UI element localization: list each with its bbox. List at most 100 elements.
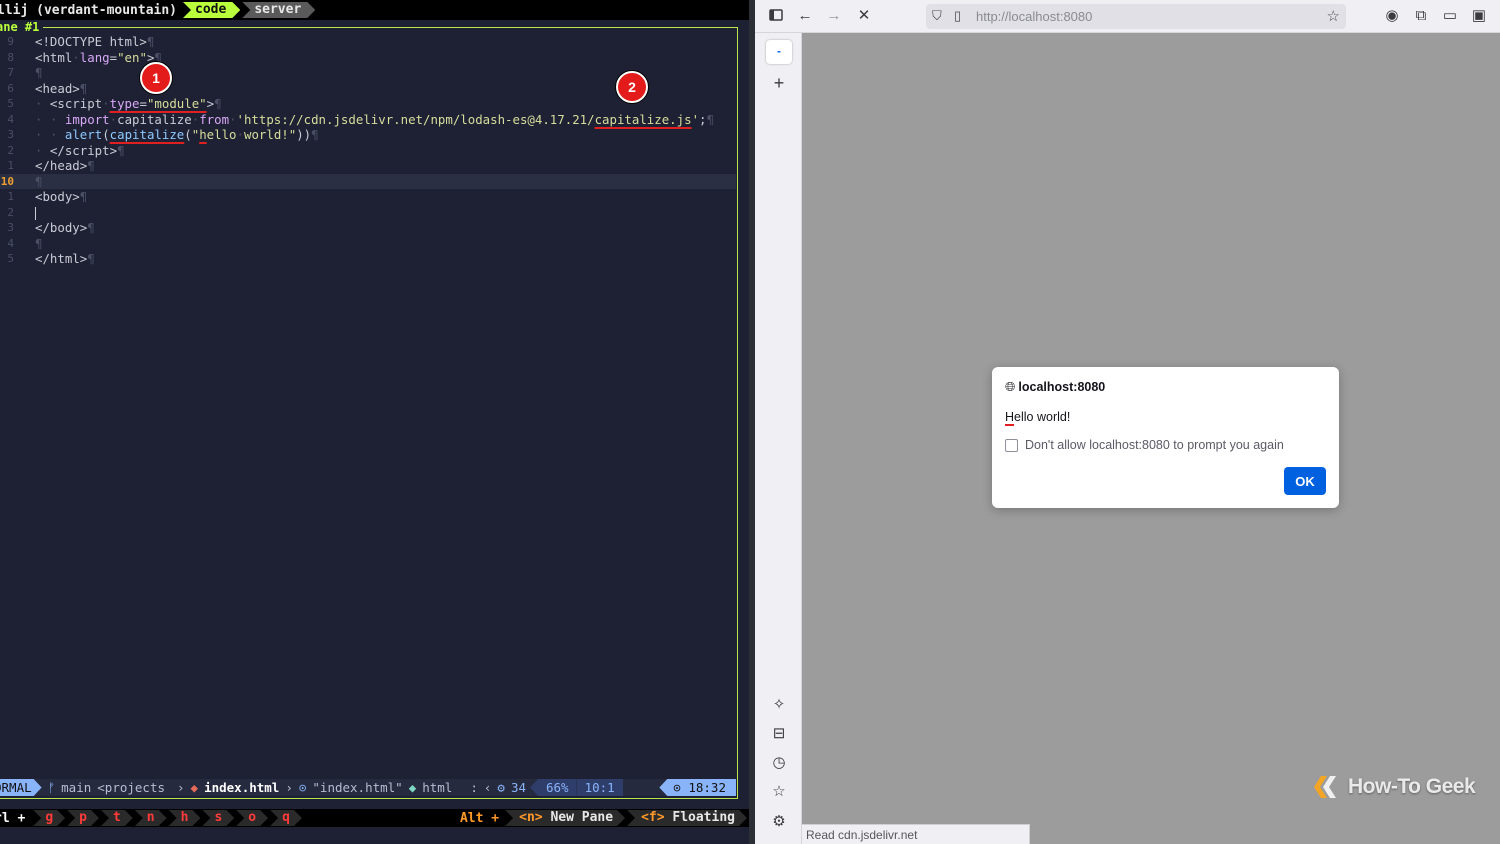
code-line[interactable]: 2 · </script>¶ [0,143,736,159]
code-line-text[interactable]: · <script·type="module">¶ [14,96,222,112]
url-text[interactable]: http://localhost:8080 [976,9,1092,24]
line-number: 9 [7,35,14,48]
bookmark-star-icon[interactable]: ☆ [1327,7,1340,25]
code-line[interactable]: 8 <html·lang="en">¶ [0,50,736,66]
tab-thumbnail[interactable]: - [766,40,792,64]
clock-time: 18:32 [688,780,726,795]
line-number: 4 [7,112,14,126]
code-line-text[interactable] [14,205,36,221]
code-line-text[interactable]: </html>¶ [14,251,95,267]
code-line-text[interactable]: ¶ [14,174,42,190]
dialog-origin-text: localhost:8080 [1018,380,1106,394]
page-content: 🌐︎ localhost:8080 Hello world! Don't all… [802,33,1500,844]
code-line[interactable]: 2 [0,205,736,221]
code-line-text[interactable]: ¶ [14,65,42,81]
line-number: 3 [7,221,14,234]
line-number: 7 [7,66,14,79]
howtogeek-logo-icon [1314,776,1336,798]
clock: ⊙ 18:32 [659,779,736,796]
code-line[interactable]: 9 <!DOCTYPE html>¶ [0,34,736,50]
code-line[interactable]: 4 ¶ [0,236,736,252]
code-line-text[interactable]: </head>¶ [14,158,95,174]
zellij-keybind-bar: rl + g p t n h s o q Alt + <n> New Pane … [0,809,749,827]
dialog-message-rest: ello world! [1014,410,1071,424]
dont-allow-row[interactable]: Don't allow localhost:8080 to prompt you… [1005,438,1284,452]
git-branch: main [61,780,92,795]
code-line-text[interactable]: <body>¶ [14,189,87,205]
tab-server[interactable]: server [242,2,315,18]
code-line[interactable]: 3 </body>¶ [0,220,736,236]
back-arrow-icon[interactable]: ← [797,8,813,24]
ok-button[interactable]: OK [1284,467,1326,495]
watermark: How-To Geek [1312,774,1476,800]
code-line-text[interactable]: ¶ [14,236,42,252]
item-count: 34 [510,780,526,795]
browser-window: ← → ✕ ⛉ ▯ http://localhost:8080 ☆ ◉ ⧉ ▭ … [755,0,1500,844]
code-line[interactable]: 5 </html>¶ [0,251,736,267]
extensions-icon[interactable]: ⧉ [1413,8,1429,24]
dont-allow-label[interactable]: Don't allow localhost:8080 to prompt you… [1025,438,1284,452]
key-o[interactable]: o [236,810,268,826]
key-g[interactable]: g [33,810,65,826]
line-number: 10 [0,174,14,188]
status-link-bar: Read cdn.jsdelivr.net [802,824,1030,844]
code-line-text[interactable]: </body>¶ [14,220,95,236]
account-icon[interactable]: ◉ [1384,8,1400,24]
container-icon[interactable]: ▭ [1442,8,1458,24]
synced-tabs-icon[interactable]: ⊟ [770,725,788,743]
shield-icon[interactable]: ⛉ [932,8,942,24]
code-editor[interactable]: 9 <!DOCTYPE html>¶ 8 <html·lang="en">¶ 7 ¶ 6 <h… [0,34,736,267]
code-line-text[interactable]: <html·lang="en">¶ [14,50,162,66]
key-n[interactable]: n [135,810,167,826]
code-line-text[interactable]: · · import·capitalize·from·'https://cdn.… [14,112,714,128]
bookmarks-star-icon[interactable]: ☆ [770,783,788,801]
scope-icon: ⊙ [298,780,307,795]
code-line-text[interactable]: · </script>¶ [14,143,125,159]
file-name: index.html [204,780,280,795]
tab-code[interactable]: code [183,2,240,18]
key-p[interactable]: p [67,810,99,826]
code-line[interactable]: 3 · · alert(capitalize("hello·world!"))¶ [0,127,736,143]
code-line[interactable]: 1 </head>¶ [0,158,736,174]
dialog-message: Hello world! [1005,410,1070,424]
key-h[interactable]: h [169,810,201,826]
dont-allow-checkbox[interactable] [1005,438,1018,452]
sidebar-icon[interactable] [768,8,784,24]
globe-icon: 🌐︎ [1005,379,1016,394]
page-icon[interactable]: ▯ [954,8,961,24]
annotation-marker-2: 2 [616,71,648,103]
scope-name: "index.html" [312,780,403,795]
menu-panel-icon[interactable]: ▣ [1471,8,1487,24]
status-separator: : [470,780,478,795]
key-t[interactable]: t [101,810,133,826]
code-line[interactable]: 1 <body>¶ [0,189,736,205]
code-line-text[interactable]: <head>¶ [14,81,87,97]
key-s[interactable]: s [202,810,234,826]
hint-float-key: <f> [641,810,665,825]
chevron-left-icon: ‹ [483,780,492,795]
mode-indicator: ORMAL [0,779,42,796]
code-line[interactable]: 10 ¶ [0,173,736,190]
hint-new-pane[interactable]: <n> New Pane [505,810,625,826]
code-line[interactable]: 4 · · import·capitalize·from·'https://cdn… [0,112,736,128]
browser-toolbar: ← → ✕ ⛉ ▯ http://localhost:8080 ☆ ◉ ⧉ ▭ … [755,0,1500,33]
stop-icon[interactable]: ✕ [856,8,872,24]
lang-icon: ◆ [408,780,417,795]
line-number: 4 [7,236,14,250]
gear-icon: ⚙ [497,780,505,795]
settings-gear-icon[interactable]: ⚙ [770,813,788,831]
code-line-text[interactable]: · · alert(capitalize("hello·world!"))¶ [14,127,319,143]
line-number: 5 [7,252,14,265]
history-icon[interactable]: ◷ [770,754,788,772]
git-branch-icon: ᚠ [47,780,56,795]
url-bar[interactable]: ⛉ ▯ http://localhost:8080 ☆ [926,4,1346,29]
ai-sparkle-icon[interactable]: ✧ [770,696,788,714]
dialog-message-first-letter: H [1005,410,1015,424]
key-q[interactable]: q [270,810,302,826]
chevron-right-icon: › [285,780,293,795]
new-tab-icon[interactable]: + [770,74,788,92]
code-line-text[interactable]: <!DOCTYPE html>¶ [14,34,154,50]
hint-floating[interactable]: <f> Floating [627,810,747,826]
hint-float-label: Floating [672,810,735,825]
forward-arrow-icon[interactable]: → [826,8,842,24]
